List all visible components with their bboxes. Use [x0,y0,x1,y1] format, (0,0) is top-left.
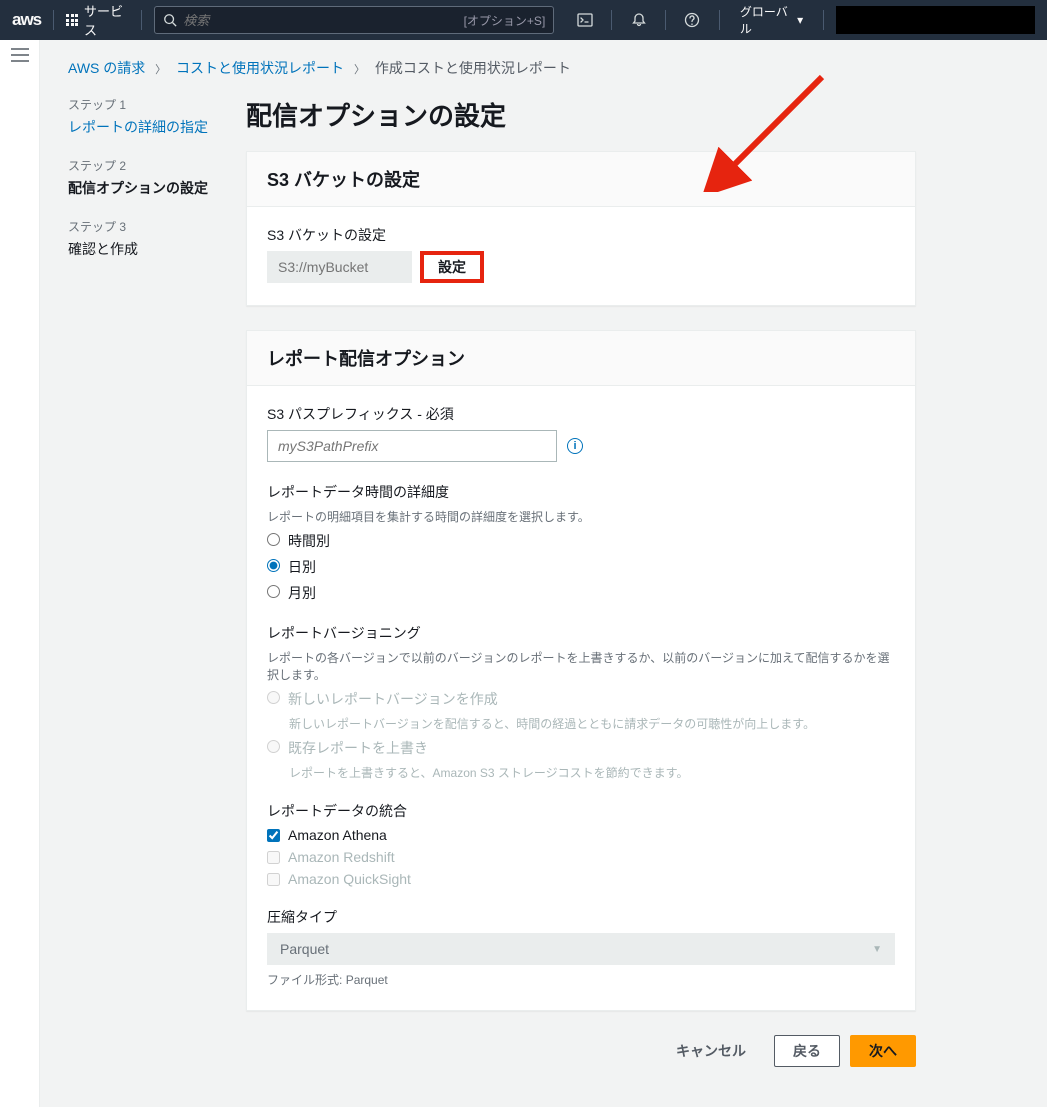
granularity-daily[interactable]: 日別 [267,557,895,577]
panel-header: レポート配信オプション [247,331,915,386]
breadcrumb-current: 作成コストと使用状況レポート [375,60,571,76]
checkbox-athena[interactable] [267,829,280,842]
versioning-label: レポートバージョニング [267,623,895,643]
configure-s3-button[interactable]: 設定 [420,251,484,283]
breadcrumb-billing[interactable]: AWS の請求 [68,60,145,76]
notifications-icon[interactable] [624,4,653,36]
checkbox-label: Amazon Athena [288,827,387,843]
delivery-options-panel: レポート配信オプション S3 パスプレフィックス - 必須 i レポートデータ時… [246,330,916,1011]
step-label: ステップ 3 [68,218,218,235]
chevron-down-icon: ▼ [872,944,882,955]
radio-label: 月別 [288,583,316,603]
step-label: ステップ 1 [68,96,218,113]
checkbox-label: Amazon Redshift [288,849,395,865]
chevron-right-icon: 〉 [155,64,166,76]
checkbox-label: Amazon QuickSight [288,871,411,887]
divider [665,10,666,30]
file-format: ファイル形式: Parquet [267,971,895,988]
breadcrumb-cur[interactable]: コストと使用状況レポート [176,60,344,76]
back-button[interactable]: 戻る [774,1035,840,1067]
s3-prefix-input[interactable] [267,430,557,462]
s3-bucket-label: S3 バケットの設定 [267,225,895,245]
granularity-monthly[interactable]: 月別 [267,583,895,603]
page-title: 配信オプションの設定 [246,96,916,133]
compression-select: Parquet ▼ [267,933,895,965]
radio-label: 日別 [288,557,316,577]
radio-label: 時間別 [288,531,330,551]
step-title: 配信オプションの設定 [68,178,218,198]
services-menu-button[interactable]: サービス [66,1,129,39]
search-shortcut-hint: [オプション+S] [464,12,546,29]
versioning-desc: レポートの各バージョンで以前のバージョンのレポートを上書きするか、以前のバージョ… [267,649,895,683]
search-box[interactable]: [オプション+S] [154,6,554,34]
radio-monthly[interactable] [267,585,280,598]
prefix-label: S3 パスプレフィックス - 必須 [267,404,895,424]
breadcrumb: AWS の請求 〉 コストと使用状況レポート 〉 作成コストと使用状況レポート [68,58,916,78]
checkbox-quicksight [267,873,280,886]
hamburger-icon [11,48,29,62]
integration-label: レポートデータの統合 [267,801,895,821]
top-navigation: aws サービス [オプション+S] グローバル ▾ [0,0,1047,40]
s3-bucket-panel: S3 バケットの設定 S3 バケットの設定 設定 [246,151,916,306]
divider [611,10,612,30]
granularity-hourly[interactable]: 時間別 [267,531,895,551]
panel-header: S3 バケットの設定 [247,152,915,207]
account-menu[interactable] [836,6,1035,34]
radio-label: 新しいレポートバージョンを作成 [288,689,498,709]
divider [719,10,720,30]
step-label: ステップ 2 [68,157,218,174]
panel-title: レポート配信オプション [267,345,895,371]
divider [141,10,142,30]
services-label: サービス [84,1,129,39]
compression-label: 圧縮タイプ [267,907,895,927]
aws-logo[interactable]: aws [12,10,41,30]
search-input[interactable] [183,13,463,28]
step-title: レポートの詳細の指定 [68,117,218,137]
region-label: グローバル [740,3,793,37]
granularity-label: レポートデータ時間の詳細度 [267,482,895,502]
step-1[interactable]: ステップ 1 レポートの詳細の指定 [68,96,218,137]
panel-title: S3 バケットの設定 [267,166,895,192]
wizard-footer: キャンセル 戻る 次へ [246,1035,916,1067]
compression-value: Parquet [280,941,329,957]
step-title: 確認と作成 [68,239,218,259]
integration-quicksight: Amazon QuickSight [267,871,895,887]
integration-redshift: Amazon Redshift [267,849,895,865]
divider [53,10,54,30]
versioning-create-desc: 新しいレポートバージョンを配信すると、時間の経過とともに請求データの可聴性が向上… [289,715,895,732]
search-icon [163,13,177,27]
step-3: ステップ 3 確認と作成 [68,218,218,259]
versioning-overwrite: 既存レポートを上書き [267,738,895,758]
info-icon[interactable]: i [567,438,583,454]
radio-label: 既存レポートを上書き [288,738,428,758]
radio-create-version [267,691,280,704]
s3-bucket-input [267,251,412,283]
wizard-steps: ステップ 1 レポートの詳細の指定 ステップ 2 配信オプションの設定 ステップ… [68,96,218,1067]
radio-overwrite [267,740,280,753]
region-selector[interactable]: グローバル ▾ [732,3,811,37]
side-panel-toggle[interactable] [0,40,40,1107]
radio-daily[interactable] [267,559,280,572]
granularity-desc: レポートの明細項目を集計する時間の詳細度を選択します。 [267,508,895,525]
chevron-right-icon: 〉 [354,64,365,76]
next-button[interactable]: 次へ [850,1035,916,1067]
checkbox-redshift [267,851,280,864]
help-icon[interactable] [678,4,707,36]
chevron-down-icon: ▾ [797,13,803,27]
step-2: ステップ 2 配信オプションの設定 [68,157,218,198]
cloudshell-icon[interactable] [570,4,599,36]
versioning-overwrite-desc: レポートを上書きすると、Amazon S3 ストレージコストを節約できます。 [289,764,895,781]
versioning-create: 新しいレポートバージョンを作成 [267,689,895,709]
integration-athena[interactable]: Amazon Athena [267,827,895,843]
radio-hourly[interactable] [267,533,280,546]
divider [823,10,824,30]
cancel-button[interactable]: キャンセル [658,1035,764,1067]
grid-icon [66,14,78,26]
